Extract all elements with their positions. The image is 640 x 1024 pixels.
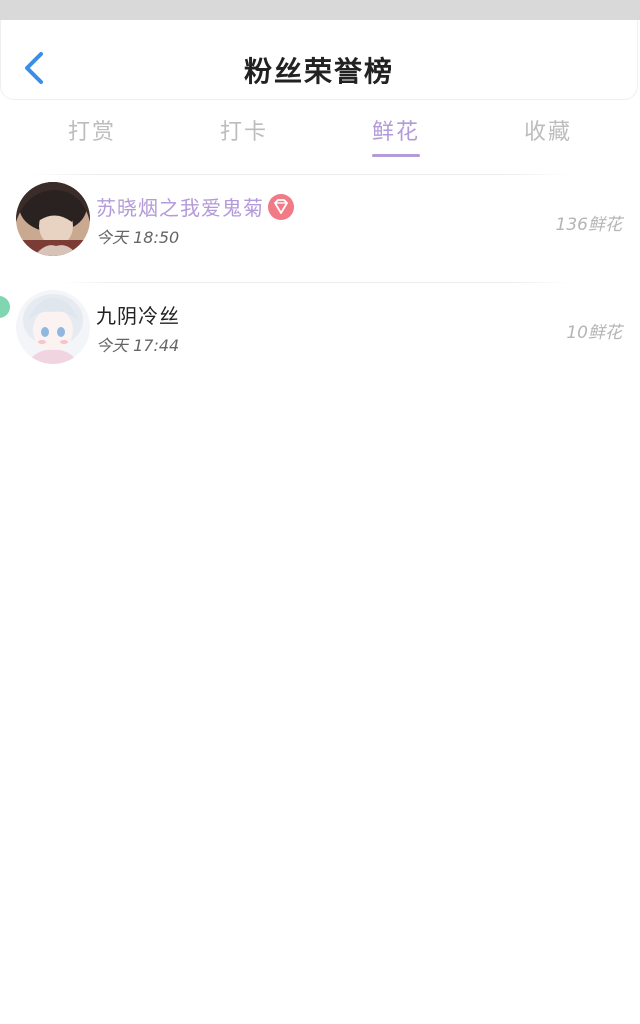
divider: [30, 174, 570, 175]
fan-name: 九阴冷丝: [96, 304, 180, 328]
active-tab-indicator: [372, 154, 420, 157]
tab-tips[interactable]: 打赏: [32, 114, 152, 146]
status-bar: [0, 0, 640, 20]
tab-favorites[interactable]: 收藏: [488, 114, 608, 146]
header-bar: 粉丝荣誉榜: [0, 20, 638, 100]
tab-checkin[interactable]: 打卡: [184, 114, 304, 146]
online-indicator: [0, 296, 10, 318]
flower-amount: 136鲜花: [555, 215, 622, 235]
avatar: [16, 290, 90, 364]
diamond-icon: [268, 194, 294, 220]
divider: [60, 282, 570, 283]
tab-flowers[interactable]: 鲜花: [336, 114, 456, 146]
tab-bar: 打赏 打卡 鲜花 收藏: [0, 100, 640, 160]
fan-time: 今天 18:50: [96, 228, 180, 247]
flower-amount: 10鲜花: [566, 323, 622, 343]
fan-row[interactable]: 苏晓烟之我爱鬼菊 今天 18:50 136鲜花: [0, 182, 640, 282]
fan-name: 苏晓烟之我爱鬼菊: [96, 196, 264, 220]
fan-row[interactable]: 九阴冷丝 今天 17:44 10鲜花: [0, 290, 640, 390]
page-title: 粉丝荣誉榜: [243, 55, 394, 88]
avatar: [16, 182, 90, 256]
fan-time: 今天 17:44: [96, 336, 180, 355]
